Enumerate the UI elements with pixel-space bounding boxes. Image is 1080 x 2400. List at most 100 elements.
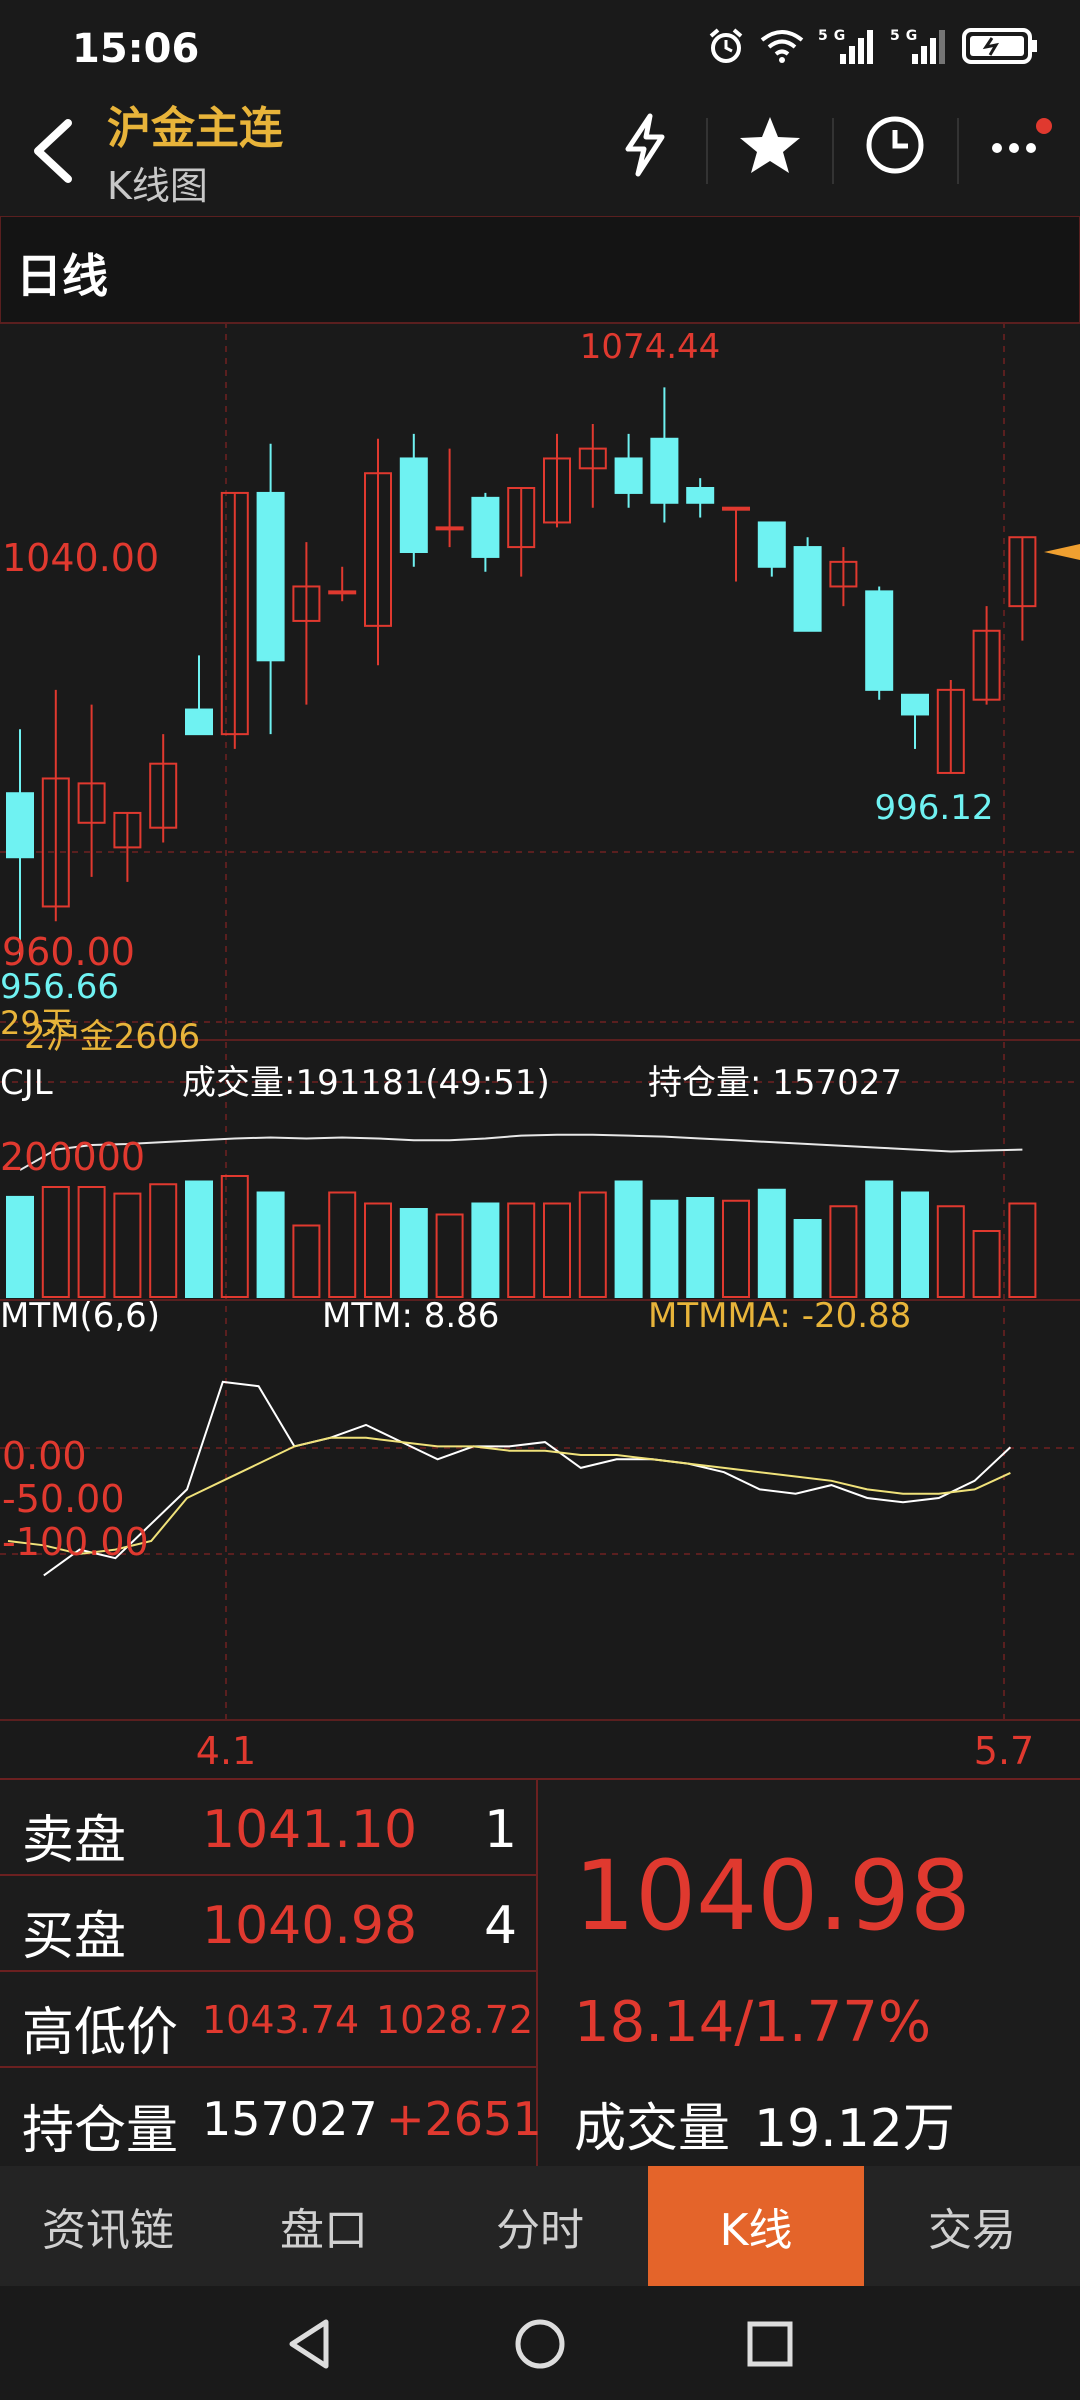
row-divider xyxy=(0,1970,536,1972)
ask-label: 卖盘 xyxy=(22,1811,127,1871)
page-title: 沪金主连 xyxy=(107,103,283,154)
open-interest-label: 持仓量: 157027 xyxy=(648,1063,902,1103)
period-label[interactable]: 日线 xyxy=(16,240,108,306)
volume-bar xyxy=(149,1183,178,1298)
candle-body xyxy=(328,590,357,595)
x-axis-tick: 4.1 xyxy=(196,1729,256,1773)
clock-icon xyxy=(866,116,924,174)
candle-body xyxy=(6,792,34,859)
bid-label: 买盘 xyxy=(22,1907,127,1967)
current-price-marker xyxy=(1044,544,1080,560)
open-interest-change: +2651 xyxy=(386,2092,542,2146)
mtm-value-label: MTM: 8.86 xyxy=(322,1296,499,1336)
high-low-label: 高低价 xyxy=(22,2003,179,2063)
bid-price: 1040.98 xyxy=(202,1896,418,1956)
volume-bar xyxy=(543,1202,571,1298)
status-bar: 15:06 5G 5G xyxy=(0,0,1080,100)
mtm-axis-label: 0.00 xyxy=(2,1434,87,1478)
lightning-icon xyxy=(625,113,665,177)
candle-body xyxy=(865,590,894,691)
volume-bar xyxy=(972,1230,1001,1298)
volume-bar xyxy=(686,1197,715,1298)
volume-axis-label: 200000 xyxy=(0,1135,145,1179)
volume-bar xyxy=(471,1202,500,1298)
last-price: 1040.98 xyxy=(574,1840,971,1952)
candle-body xyxy=(901,693,929,716)
volume-bar xyxy=(256,1191,285,1298)
toolbar-divider xyxy=(706,118,708,184)
back-nav-icon[interactable] xyxy=(282,2316,338,2372)
svg-text:5G: 5G xyxy=(818,28,851,44)
more-icon xyxy=(992,118,1052,153)
mtm-line xyxy=(43,1380,1012,1577)
alarm-icon xyxy=(709,28,743,63)
x-axis-tick: 5.7 xyxy=(974,1729,1034,1773)
tab-trade[interactable]: 交易 xyxy=(864,2166,1080,2286)
status-time: 15:06 xyxy=(72,26,200,72)
volume-title: CJL xyxy=(0,1063,53,1103)
tab-news-chain[interactable]: 资讯链 xyxy=(0,2166,216,2286)
high-price-label: 1074.44 xyxy=(580,327,721,367)
chevron-left-icon xyxy=(34,119,72,183)
price-change: 18.14/1.77% xyxy=(574,1990,932,2055)
ask-price: 1041.10 xyxy=(202,1800,418,1860)
bid-quantity: 4 xyxy=(484,1896,518,1956)
volume-bar xyxy=(722,1199,750,1298)
mtm-axis-label: -100.00 xyxy=(2,1520,149,1564)
volume-bar xyxy=(578,1191,607,1298)
volume-bar xyxy=(1008,1202,1037,1298)
back-button[interactable] xyxy=(22,115,92,185)
volume-bar xyxy=(829,1205,858,1298)
volume-label: 成交量:191181(49:51) xyxy=(182,1063,550,1103)
volume-bar xyxy=(936,1205,965,1298)
candle-body xyxy=(614,457,643,494)
volume-bar xyxy=(435,1213,464,1298)
open-interest-label: 持仓量 xyxy=(22,2101,179,2161)
volume-bar xyxy=(292,1224,321,1298)
open-interest-value: 157027 xyxy=(202,2092,378,2146)
volume-bar xyxy=(185,1180,213,1298)
tab-order-book[interactable]: 盘口 xyxy=(216,2166,432,2286)
low-price: 1028.72 xyxy=(376,1998,534,2042)
toolbar-divider xyxy=(957,118,959,184)
kline-chart[interactable]: 1040.00960.001074.44996.12956.6629天2沪金26… xyxy=(0,322,1080,1778)
favorite-button[interactable] xyxy=(735,110,805,180)
status-icons: 5G 5G xyxy=(706,26,1040,66)
candle-body xyxy=(793,546,822,632)
tab-label: 分时 xyxy=(496,2205,584,2256)
mtm-axis-label: -50.00 xyxy=(2,1477,125,1521)
volume-bar xyxy=(507,1202,536,1298)
volume-bar xyxy=(865,1180,894,1298)
svg-text:5G: 5G xyxy=(890,28,923,44)
price-axis-label: 1040.00 xyxy=(2,536,159,580)
tab-kline[interactable]: K线 xyxy=(648,2166,864,2286)
volume-bar xyxy=(364,1202,392,1298)
more-button[interactable] xyxy=(985,110,1055,180)
recents-nav-icon[interactable] xyxy=(742,2316,798,2372)
flash-order-button[interactable] xyxy=(610,110,680,180)
volume-bar xyxy=(757,1188,786,1298)
row-divider xyxy=(0,2066,536,2068)
period-bar[interactable] xyxy=(0,216,1080,324)
ask-quantity: 1 xyxy=(484,1800,518,1860)
history-button[interactable] xyxy=(860,110,930,180)
candle-body xyxy=(471,496,500,558)
volume-bar xyxy=(41,1186,70,1298)
open-interest-line xyxy=(19,1133,1023,1171)
volume-bar xyxy=(650,1199,679,1298)
tab-label: 盘口 xyxy=(280,2205,368,2256)
volume-bar xyxy=(901,1191,929,1298)
candle-body xyxy=(686,487,715,504)
low-price-label: 996.12 xyxy=(875,788,994,828)
tab-label: K线 xyxy=(719,2205,793,2256)
system-nav-bar xyxy=(0,2286,1080,2400)
toolbar-divider xyxy=(832,118,834,184)
volume-bar xyxy=(328,1191,357,1298)
row-divider xyxy=(0,1874,536,1876)
candle-body xyxy=(650,437,679,504)
tab-intraday[interactable]: 分时 xyxy=(432,2166,648,2286)
tab-label: 资讯链 xyxy=(42,2205,174,2256)
candle-body xyxy=(399,457,428,553)
home-nav-icon[interactable] xyxy=(512,2316,568,2372)
candle-body xyxy=(256,491,285,662)
